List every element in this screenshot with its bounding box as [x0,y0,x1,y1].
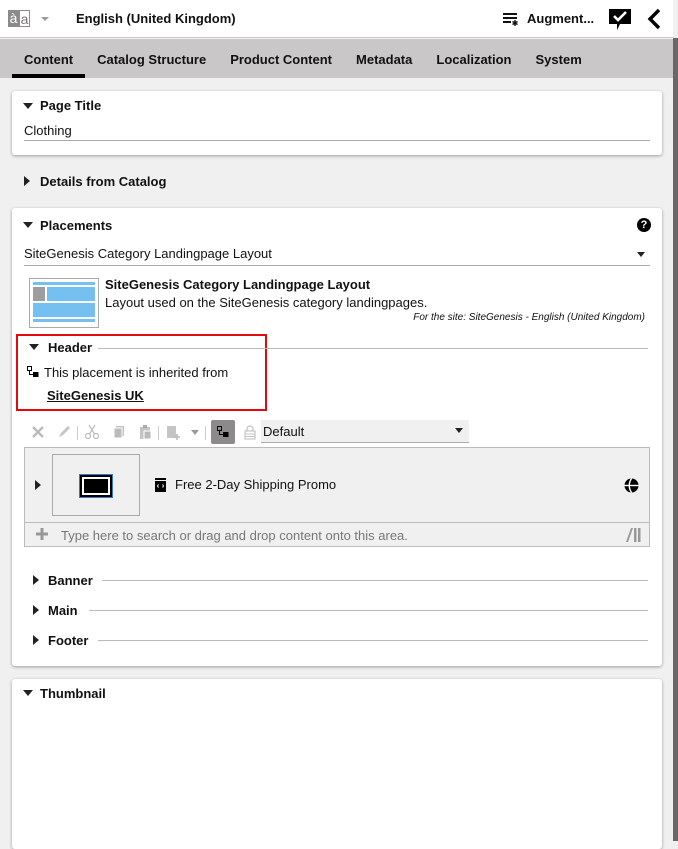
divider [98,348,648,349]
augment-icon[interactable] [503,12,519,26]
inherit-icon [217,426,229,437]
site-note: For the site: SiteGenesis - English (Uni… [413,312,645,323]
globe-icon [624,478,639,493]
plus-icon[interactable] [35,527,49,541]
placements-heading[interactable]: Placements [40,218,112,233]
expand-triangle-icon[interactable] [24,176,30,186]
teaser-icon [155,478,166,492]
tab-content[interactable]: Content [12,39,86,78]
toolbar-separator [205,426,206,440]
scrollbar[interactable] [673,38,678,841]
checkmark-comment-icon[interactable] [608,8,632,31]
language-icon-right: a [19,10,30,27]
delete-icon[interactable] [30,424,46,440]
chevron-down-icon[interactable] [637,252,645,257]
top-bar: à a English (United Kingdom) Augment... [0,0,673,38]
expand-triangle-icon[interactable] [35,480,41,490]
page-title-card: Page Title Clothing [12,91,662,155]
placement-content-area[interactable]: Free 2-Day Shipping Promo [24,447,650,547]
divider [89,610,648,611]
details-from-catalog-heading[interactable]: Details from Catalog [40,174,166,189]
content-search-row [25,523,649,547]
tab-bar: Content Catalog Structure Product Conten… [0,39,673,78]
collapse-triangle-icon[interactable] [23,103,33,109]
page-title-heading[interactable]: Page Title [40,98,101,113]
page-title-underline [24,140,650,141]
variant-select-value: Default [263,424,305,439]
back-chevron-icon[interactable] [646,8,662,30]
edit-icon[interactable] [56,424,72,440]
collapse-triangle-icon[interactable] [29,344,39,350]
banner-subsection-heading[interactable]: Banner [48,573,93,588]
footer-subsection-heading[interactable]: Footer [48,633,88,648]
content-thumbnail [52,454,140,516]
layout-select[interactable]: SiteGenesis Category Landingpage Layout [24,246,272,261]
list-item[interactable]: Free 2-Day Shipping Promo [25,448,649,523]
tab-localization[interactable]: Localization [424,39,523,78]
inherit-icon [27,366,39,377]
content-search-input[interactable] [61,527,601,543]
language-selector[interactable]: English (United Kingdom) [76,11,236,26]
cut-icon[interactable] [84,424,100,440]
banner-preview-icon [80,475,112,497]
toolbar-separator [158,426,159,440]
content-item-title[interactable]: Free 2-Day Shipping Promo [175,477,336,492]
inherit-toggle-button[interactable] [211,420,235,444]
add-content-icon[interactable] [165,424,181,440]
tab-system[interactable]: System [524,39,594,78]
expand-triangle-icon[interactable] [33,575,39,585]
chevron-down-icon [455,428,463,433]
toolbar-separator [77,426,78,440]
expand-triangle-icon[interactable] [33,635,39,645]
lock-icon[interactable] [242,424,258,440]
library-icon[interactable] [626,528,641,542]
thumbnail-card: Thumbnail [12,679,662,849]
inherited-from-link[interactable]: SiteGenesis UK [47,388,144,403]
language-icon-left: à [8,10,19,27]
inherited-text: This placement is inherited from [44,365,229,380]
divider [102,580,648,581]
divider [98,640,648,641]
collapse-triangle-icon[interactable] [23,222,33,228]
layout-select-underline [24,265,650,266]
language-icon[interactable]: à a [8,10,31,27]
copy-icon[interactable] [111,424,127,440]
thumbnail-heading[interactable]: Thumbnail [40,686,106,701]
placements-card: Placements ? SiteGenesis Category Landin… [12,208,662,666]
variant-select[interactable]: Default [261,420,469,443]
expand-triangle-icon[interactable] [33,605,39,615]
tab-catalog-structure[interactable]: Catalog Structure [85,39,218,78]
page-title-input[interactable]: Clothing [24,123,72,138]
augment-button[interactable]: Augment... [527,11,594,26]
tab-metadata[interactable]: Metadata [344,39,424,78]
layout-preview-icon [29,278,99,328]
layout-description: Layout used on the SiteGenesis category … [105,295,428,310]
chevron-down-icon[interactable] [191,430,199,435]
header-subsection-heading[interactable]: Header [48,340,92,355]
main-subsection-heading[interactable]: Main [48,603,78,618]
chevron-down-icon[interactable] [41,17,49,21]
help-icon[interactable]: ? [637,218,651,232]
tab-product-content[interactable]: Product Content [218,39,344,78]
paste-icon[interactable] [137,424,153,440]
layout-name: SiteGenesis Category Landingpage Layout [105,277,371,292]
collapse-triangle-icon[interactable] [23,690,33,696]
